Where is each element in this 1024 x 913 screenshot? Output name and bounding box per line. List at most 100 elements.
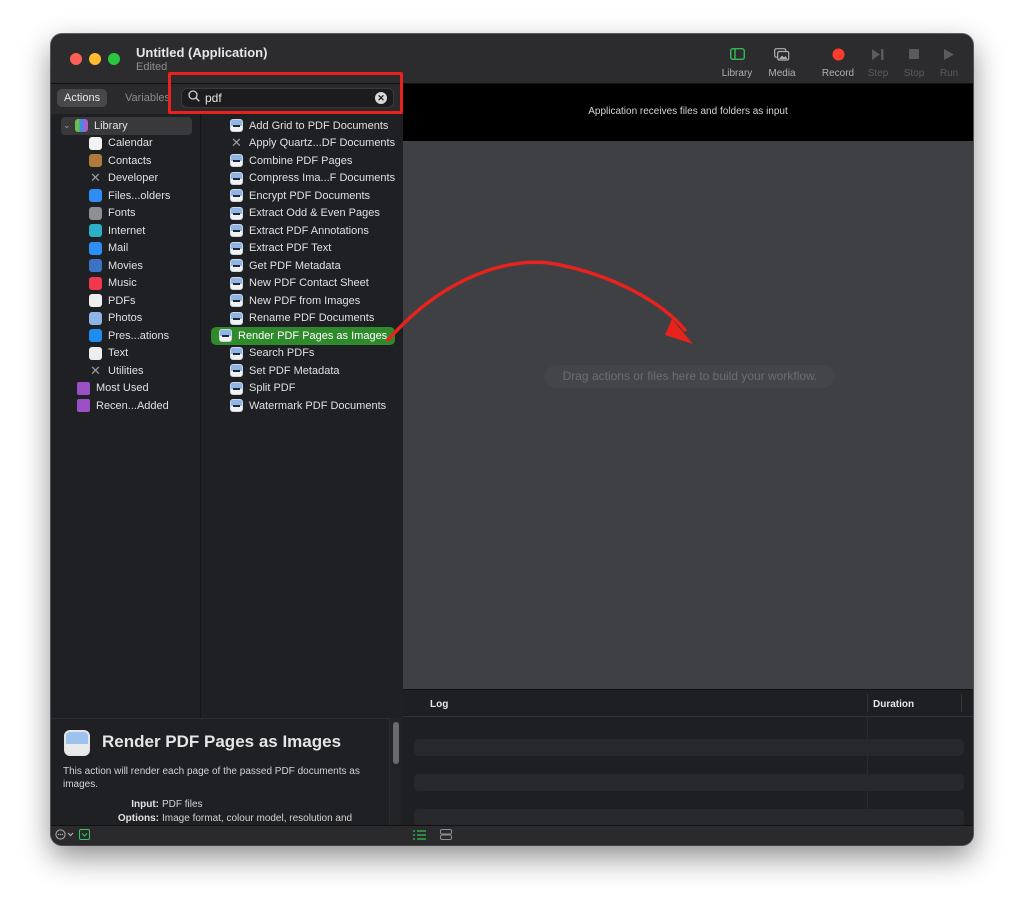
sidebar-item-label: Photos	[108, 312, 143, 325]
library-header: Actions Variables ✕	[51, 84, 403, 114]
workflow-canvas[interactable]: Drag actions or files here to build your…	[403, 141, 973, 689]
sidebar-item-movies[interactable]: Movies	[51, 257, 200, 275]
action-item[interactable]: Set PDF Metadata	[211, 362, 395, 380]
action-item[interactable]: Extract PDF Annotations	[211, 222, 395, 240]
action-item[interactable]: Encrypt PDF Documents	[211, 187, 395, 205]
sidebar-item-contacts[interactable]: Contacts	[51, 152, 200, 170]
smart-folder-icon	[77, 381, 90, 395]
action-item[interactable]: New PDF from Images	[211, 292, 395, 310]
preview-icon	[230, 381, 243, 395]
preview-icon	[230, 276, 243, 290]
sidebar-item-fonts[interactable]: Fonts	[51, 205, 200, 223]
action-item[interactable]: Split PDF	[211, 380, 395, 398]
sidebar-item-utilities[interactable]: ✕ Utilities	[51, 362, 200, 380]
preview-icon	[230, 294, 243, 308]
tools-icon: ✕	[90, 170, 101, 186]
preview-icon	[230, 241, 243, 255]
log-column-header[interactable]: Log	[430, 699, 448, 710]
list-view-icon[interactable]	[413, 827, 426, 845]
quicktime-icon	[89, 259, 102, 273]
sidebar-item-internet[interactable]: Internet	[51, 222, 200, 240]
action-item[interactable]: Watermark PDF Documents	[211, 397, 395, 415]
search-field[interactable]: ✕	[181, 88, 394, 108]
description-toggle-icon[interactable]	[79, 827, 90, 845]
action-item-label: New PDF Contact Sheet	[249, 277, 369, 290]
duration-column-header[interactable]: Duration	[867, 694, 914, 712]
tab-variables[interactable]: Variables	[118, 89, 177, 107]
preview-icon	[230, 224, 243, 238]
calendar-icon	[89, 136, 102, 150]
preview-icon	[230, 171, 243, 185]
run-button[interactable]: Run	[927, 46, 971, 79]
options-value: Image format, colour model, resolution a…	[162, 813, 353, 824]
record-icon	[816, 46, 860, 62]
media-button-label: Media	[768, 68, 796, 79]
sidebar-item-files-olders[interactable]: Files...olders	[51, 187, 200, 205]
split-view-icon[interactable]	[440, 827, 452, 845]
close-window-button[interactable]	[70, 53, 82, 65]
action-item[interactable]: Add Grid to PDF Documents	[211, 117, 395, 135]
sidebar-item-label: Fonts	[108, 207, 136, 220]
sidebar-item-developer[interactable]: ✕ Developer	[51, 170, 200, 188]
library-tree: ⌄ Library Calendar Contacts ✕ Developer File…	[51, 114, 201, 718]
chevron-down-icon[interactable]: ⌄	[63, 120, 75, 131]
library-button-label: Library	[721, 68, 753, 79]
action-item-label: Compress Ima...F Documents	[249, 172, 396, 185]
action-item[interactable]: Rename PDF Documents	[211, 310, 395, 328]
input-label: Input:	[131, 799, 159, 810]
log-row	[414, 774, 964, 791]
clear-search-icon[interactable]: ✕	[375, 92, 387, 104]
action-item-label: Split PDF	[249, 382, 296, 395]
preview-icon	[64, 730, 90, 756]
more-options-icon[interactable]	[55, 827, 75, 845]
action-item[interactable]: Extract PDF Text	[211, 240, 395, 258]
sidebar-item-pdfs[interactable]: PDFs	[51, 292, 200, 310]
tab-actions[interactable]: Actions	[57, 89, 108, 107]
scroll-thumb[interactable]	[393, 722, 399, 764]
zoom-window-button[interactable]	[108, 53, 120, 65]
sidebar-item-mail[interactable]: Mail	[51, 240, 200, 258]
window-subtitle: Edited	[136, 61, 168, 73]
action-item-label: Extract PDF Text	[249, 242, 332, 255]
action-item[interactable]: Get PDF Metadata	[211, 257, 395, 275]
description-scrollbar[interactable]	[389, 718, 402, 825]
photos-icon	[760, 46, 804, 62]
sidebar-group-most-used[interactable]: Most Used	[51, 380, 200, 398]
sidebar-item-label: Contacts	[108, 154, 152, 167]
sidebar-item-text[interactable]: Text	[51, 345, 200, 363]
library-root[interactable]: ⌄ Library	[61, 117, 192, 135]
sidebar-item-label: Music	[108, 277, 137, 290]
sidebar-group-recen-added[interactable]: Recen...Added	[51, 397, 200, 415]
keynote-icon	[89, 329, 102, 343]
media-button[interactable]: Media	[760, 46, 804, 79]
preview-icon	[230, 119, 243, 133]
minimize-window-button[interactable]	[89, 53, 101, 65]
music-icon	[89, 276, 102, 290]
action-item[interactable]: New PDF Contact Sheet	[211, 275, 395, 293]
action-item-label: Search PDFs	[249, 347, 315, 360]
log-header: Log Duration	[403, 690, 973, 717]
sidebar-item-music[interactable]: Music	[51, 275, 200, 293]
action-item[interactable]: Compress Ima...F Documents	[211, 170, 395, 188]
action-item-label: Encrypt PDF Documents	[249, 189, 371, 202]
sidebar-icon	[715, 46, 759, 62]
action-item[interactable]: ✕ Apply Quartz...DF Documents	[211, 135, 395, 153]
action-item[interactable]: Extract Odd & Even Pages	[211, 205, 395, 223]
preview-icon	[230, 154, 243, 168]
sidebar-item-label: Files...olders	[108, 189, 171, 202]
sidebar-item-label: Utilities	[108, 364, 144, 377]
run-button-label: Run	[939, 68, 959, 79]
record-button[interactable]: Record	[816, 46, 860, 79]
action-item-label: Extract PDF Annotations	[249, 224, 369, 237]
action-item[interactable]: Render PDF Pages as Images	[211, 327, 395, 345]
sidebar-item-calendar[interactable]: Calendar	[51, 135, 200, 153]
log-row	[414, 809, 964, 826]
search-input[interactable]	[205, 91, 375, 105]
action-item[interactable]: Combine PDF Pages	[211, 152, 395, 170]
sidebar-item-photos[interactable]: Photos	[51, 310, 200, 328]
sidebar-item-pres-ations[interactable]: Pres...ations	[51, 327, 200, 345]
library-button[interactable]: Library	[715, 46, 759, 79]
action-item[interactable]: Search PDFs	[211, 345, 395, 363]
fonts-icon	[89, 206, 102, 220]
contacts-icon	[89, 154, 102, 168]
